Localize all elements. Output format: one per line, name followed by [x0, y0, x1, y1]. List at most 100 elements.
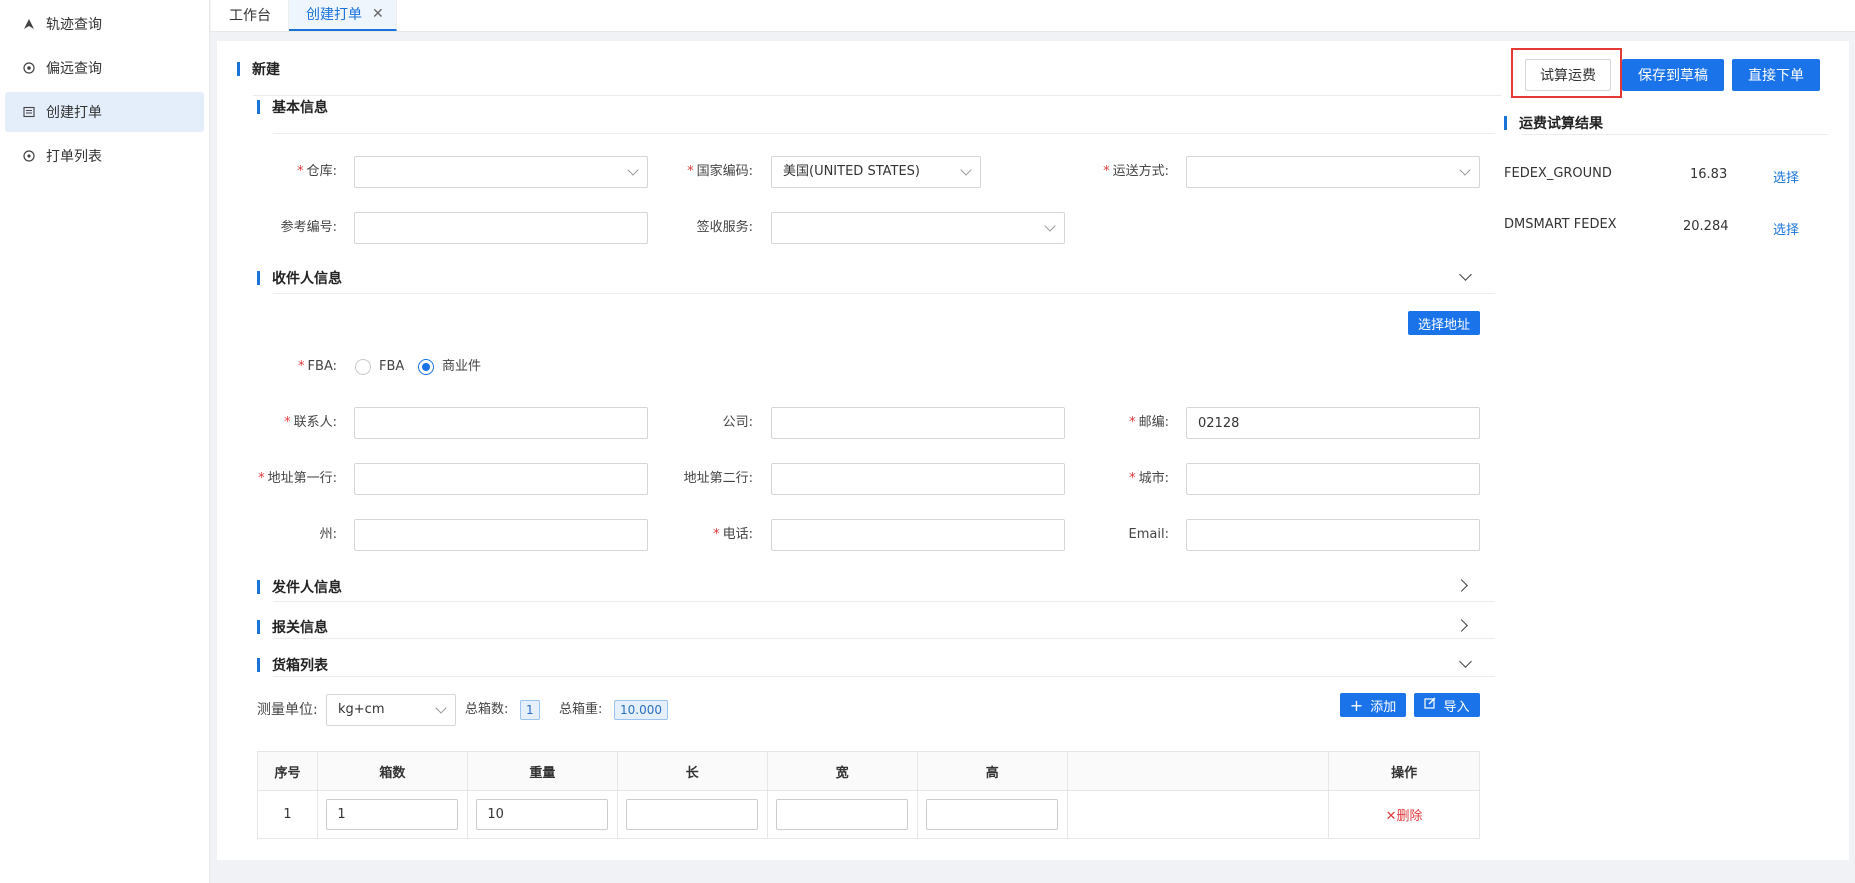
contact-input[interactable] [354, 407, 648, 439]
chevron-down-icon [627, 164, 639, 176]
tab-label: 创建打单 [306, 7, 362, 23]
tab-workbench[interactable]: 工作台 [212, 0, 289, 31]
divider [273, 293, 1495, 294]
width-input[interactable] [776, 799, 909, 830]
table-row: 1 ✕删除 [257, 790, 1480, 839]
page-title: 新建 [237, 59, 280, 79]
address-line1-label: * 地址第一行: [258, 471, 337, 486]
column-header: 箱数 [316, 751, 468, 791]
weight-cell [466, 790, 618, 839]
add-carton-button[interactable]: + 添加 [1340, 693, 1406, 717]
length-input[interactable] [626, 799, 759, 830]
country-label: * 国家编码: [687, 164, 753, 179]
section-title-cartons: 货箱列表 [257, 655, 328, 675]
country-select[interactable]: 美国(UNITED STATES) [771, 156, 981, 188]
tab-create-order[interactable]: 创建打单 ✕ [289, 0, 397, 31]
quote-result-price: 16.83 [1690, 167, 1728, 182]
column-header: 宽 [766, 751, 918, 791]
shipping-method-label: * 运送方式: [1103, 164, 1169, 179]
company-label: 公司: [722, 415, 753, 430]
chevron-right-icon[interactable] [1455, 619, 1468, 632]
main-panel: 新建 试算运费 保存到草稿 直接下单 基本信息 * 仓库: * 国家编码: 美国(U… [217, 41, 1849, 860]
height-cell [916, 790, 1068, 839]
fba-radio[interactable] [355, 359, 371, 375]
select-quote-button[interactable]: 选择 [1773, 219, 1799, 238]
company-input[interactable] [771, 407, 1065, 439]
chevron-down-icon [1044, 220, 1056, 232]
select-quote-button[interactable]: 选择 [1773, 167, 1799, 186]
commercial-radio[interactable] [418, 359, 434, 375]
quote-result-name: DMSMART FEDEX [1504, 217, 1617, 232]
sidebar-item-order-list[interactable]: 打单列表 [5, 136, 204, 176]
table-header-row: 序号 箱数 重量 长 宽 高 操作 [257, 751, 1480, 791]
reference-input[interactable] [354, 212, 648, 244]
divider [273, 601, 1495, 602]
section-title-sender: 发件人信息 [257, 577, 342, 597]
submit-order-button[interactable]: 直接下单 [1732, 59, 1820, 91]
sidebar-item-track-query[interactable]: 轨迹查询 [5, 4, 204, 44]
quote-freight-button[interactable]: 试算运费 [1525, 59, 1611, 91]
sidebar-item-remote-query[interactable]: 偏远查询 [5, 48, 204, 88]
chevron-down-icon [435, 702, 447, 714]
fba-label: * FBA: [298, 359, 337, 374]
state-label: 州: [319, 527, 337, 542]
address-line2-label: 地址第二行: [683, 471, 753, 486]
state-input[interactable] [354, 519, 648, 551]
divider [273, 676, 1495, 677]
warehouse-label: * 仓库: [297, 164, 337, 179]
chevron-down-icon[interactable] [1459, 268, 1472, 281]
email-label: Email: [1128, 527, 1169, 542]
height-input[interactable] [926, 799, 1059, 830]
quote-result-price: 20.284 [1683, 219, 1729, 234]
zip-label: * 邮编: [1129, 415, 1169, 430]
address-line1-input[interactable] [354, 463, 648, 495]
zip-input[interactable] [1186, 407, 1480, 439]
quote-results-title: 运费试算结果 [1504, 113, 1603, 133]
chevron-right-icon[interactable] [1455, 579, 1468, 592]
column-header: 操作 [1328, 751, 1480, 791]
chevron-down-icon[interactable] [1459, 655, 1472, 668]
address-line2-input[interactable] [771, 463, 1065, 495]
column-header: 重量 [466, 751, 618, 791]
total-count-badge: 1 [520, 700, 540, 720]
phone-input[interactable] [771, 519, 1065, 551]
choose-address-button[interactable]: 选择地址 [1408, 311, 1480, 335]
city-input[interactable] [1186, 463, 1480, 495]
sidebar: 轨迹查询 偏远查询 创建打单 打单列表 [0, 0, 210, 883]
import-button[interactable]: 导入 [1414, 693, 1480, 717]
sidebar-item-label: 轨迹查询 [46, 17, 102, 33]
unit-select[interactable]: kg+cm [326, 694, 456, 726]
warehouse-select[interactable] [354, 156, 648, 188]
chevron-down-icon [960, 164, 972, 176]
email-input[interactable] [1186, 519, 1480, 551]
sidebar-item-label: 偏远查询 [46, 61, 102, 77]
column-header: 序号 [257, 751, 318, 791]
sidebar-item-create-order[interactable]: 创建打单 [5, 92, 204, 132]
weight-input[interactable] [476, 799, 609, 830]
contact-label: * 联系人: [284, 415, 337, 430]
close-icon[interactable]: ✕ [372, 6, 384, 22]
shipping-method-select[interactable] [1186, 156, 1480, 188]
divider [273, 638, 1495, 639]
save-draft-button[interactable]: 保存到草稿 [1622, 59, 1724, 91]
sidebar-item-label: 打单列表 [46, 149, 102, 165]
tab-bar: 工作台 创建打单 ✕ [211, 0, 1855, 32]
commercial-radio-label: 商业件 [442, 359, 482, 374]
section-title-customs: 报关信息 [257, 617, 328, 637]
count-cell [316, 790, 468, 839]
city-label: * 城市: [1129, 471, 1169, 486]
sign-service-label: 签收服务: [696, 220, 753, 235]
sidebar-item-label: 创建打单 [46, 105, 102, 121]
list-circle-icon [22, 149, 36, 163]
divider [253, 95, 1501, 96]
divider [273, 133, 1495, 134]
reference-label: 参考编号: [280, 220, 337, 235]
fba-radio-label: FBA [379, 359, 405, 374]
empty-cell [1066, 790, 1330, 839]
column-header [1066, 751, 1330, 791]
sign-service-select[interactable] [771, 212, 1065, 244]
delete-row-button[interactable]: ✕删除 [1386, 809, 1423, 824]
count-input[interactable] [326, 799, 459, 830]
form-icon [22, 105, 36, 119]
row-index: 1 [257, 790, 318, 839]
